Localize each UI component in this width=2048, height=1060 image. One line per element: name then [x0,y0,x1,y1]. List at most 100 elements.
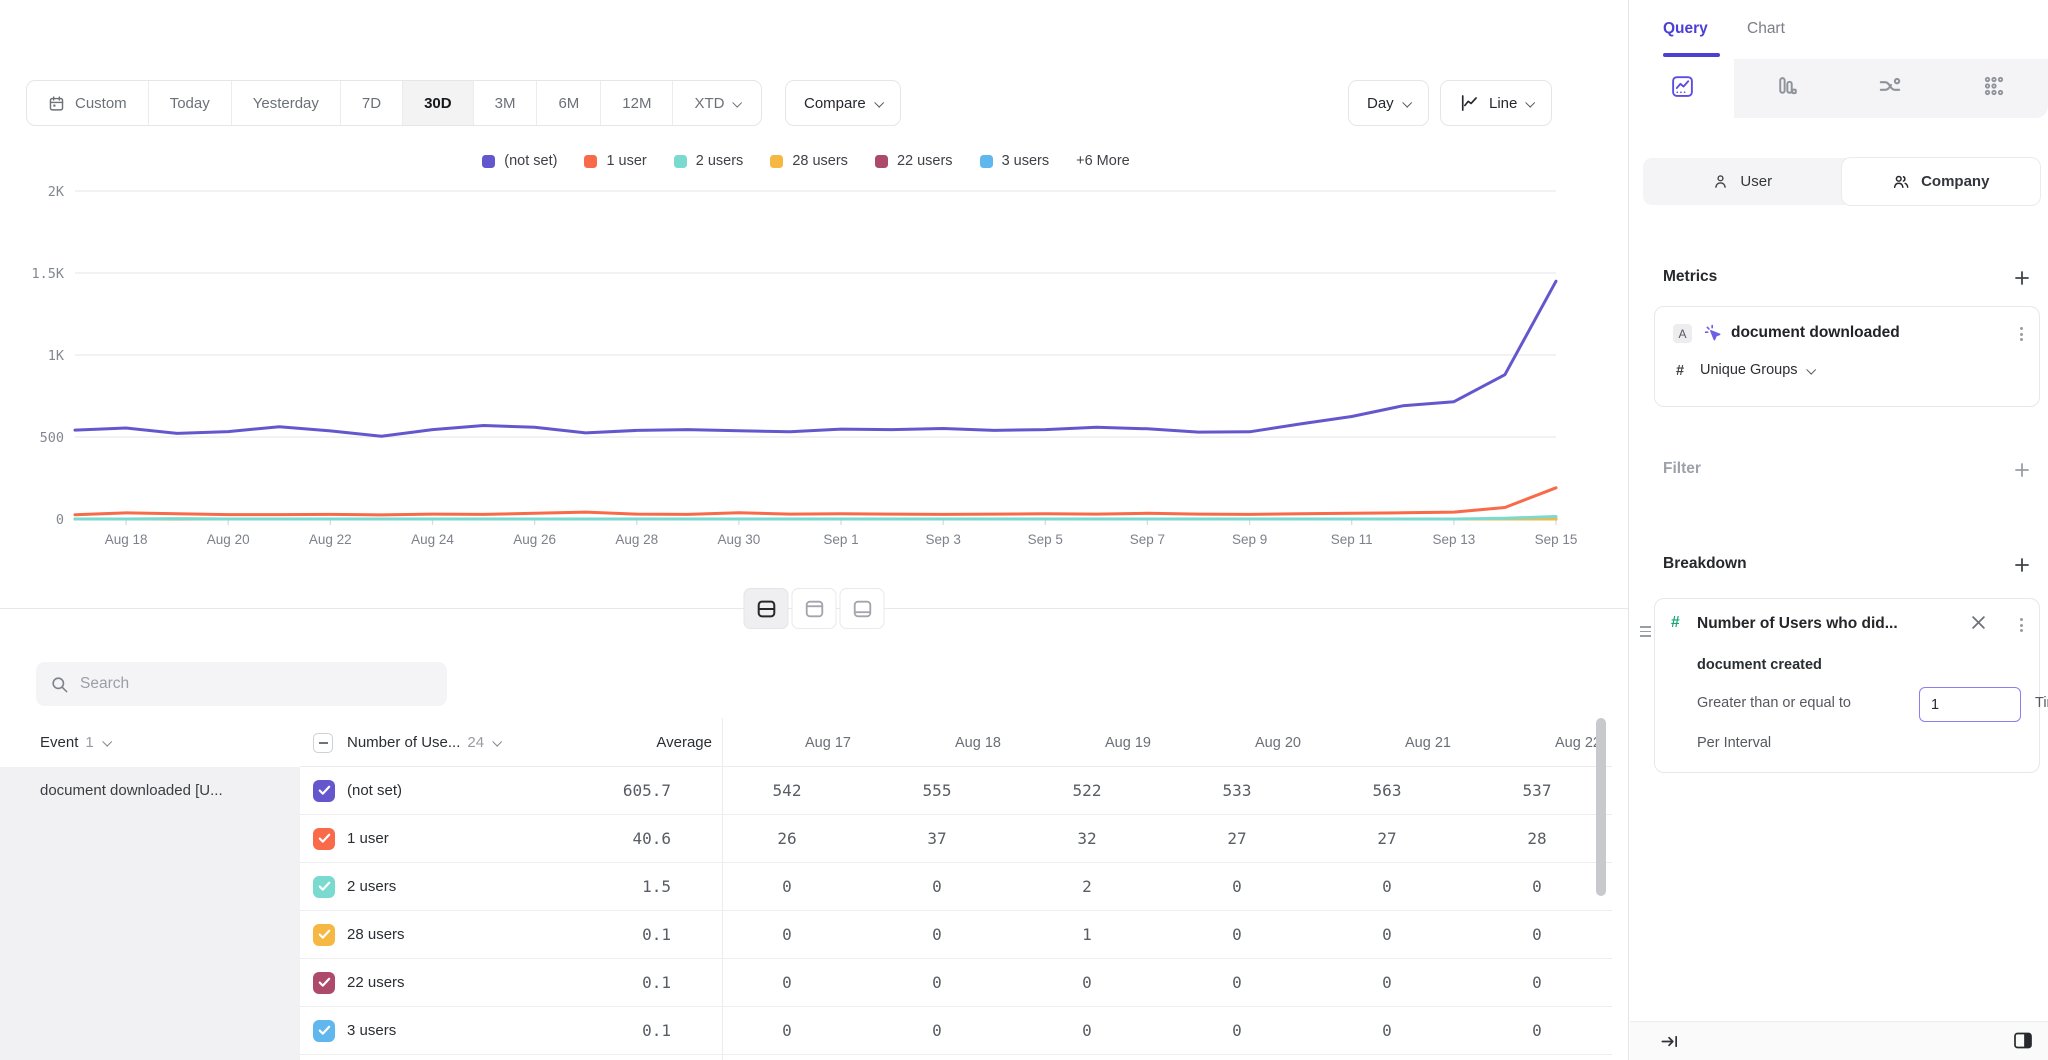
legend-more-link[interactable]: +6 More [1076,153,1130,169]
chart-type-bar-button[interactable] [1734,59,1838,118]
chart-legend: (not set) 1 user 2 users 28 users 22 users 3 … [0,153,1612,169]
event-row[interactable]: document downloaded [U... [0,767,300,799]
search-input[interactable] [80,675,433,693]
line-chart-icon [1459,93,1479,113]
date-range-today[interactable]: Today [149,81,232,125]
date-column-header[interactable]: Aug 22 [1503,718,1629,767]
layout-split-button[interactable] [744,588,789,629]
date-range-custom[interactable]: Custom [27,81,149,125]
metric-event-name[interactable]: document downloaded [1731,324,1900,342]
series-checkbox[interactable] [313,780,335,802]
event-column-header[interactable]: Event 1 [40,718,110,767]
date-range-12m[interactable]: 12M [601,81,673,125]
table-row[interactable]: 28 users0.1001000 [300,911,1612,959]
tab-chart[interactable]: Chart [1747,20,1785,38]
tab-query[interactable]: Query [1663,20,1708,38]
table-row[interactable]: (not set)605.7542555522533563537 [300,767,1612,815]
table-row[interactable]: 2 users1.5002000 [300,863,1612,911]
date-column-header[interactable]: Aug 17 [753,718,903,767]
layout-table-only-button[interactable] [840,588,885,629]
per-interval-label[interactable]: Per Interval [1697,735,1771,751]
data-cell: 2 [1012,877,1162,896]
legend-item[interactable]: 28 users [770,153,848,169]
active-tab-indicator [1663,53,1720,57]
svg-text:Sep 15: Sep 15 [1535,532,1578,547]
event-list: document downloaded [U... [0,767,300,1060]
series-select-all-checkbox[interactable] [313,718,333,767]
legend-item[interactable]: 2 users [674,153,744,169]
table-row[interactable]: 22 users0.1000000 [300,959,1612,1007]
add-filter-button[interactable] [2014,462,2030,478]
company-icon [1892,173,1910,191]
compare-button[interactable]: Compare [785,80,901,126]
table-row[interactable]: 3 users0.1000000 [300,1007,1612,1055]
date-range-yesterday[interactable]: Yesterday [232,81,341,125]
data-cell: 0 [1462,877,1612,896]
chevron-down-icon [102,737,112,747]
svg-text:500: 500 [40,430,64,446]
data-cell: 0 [712,1021,862,1040]
interval-dropdown[interactable]: Day [1348,80,1429,126]
line-chart[interactable]: 2K1.5K1K5000Aug 18Aug 20Aug 22Aug 24Aug … [0,180,1612,562]
table-row[interactable]: 1 user40.6263732272728 [300,815,1612,863]
breakdown-more-menu[interactable] [2017,615,2026,635]
split-view-icon[interactable] [2013,1031,2033,1055]
date-range-30d[interactable]: 30D [403,81,474,125]
data-cell: 32 [1012,829,1162,848]
data-cell: 563 [1312,781,1462,800]
average-value: 0.1 [529,925,671,944]
aggregation-selector[interactable]: Unique Groups [1700,362,1814,378]
grid-view-icon-button[interactable] [1942,59,2046,118]
add-breakdown-button[interactable] [2014,557,2030,573]
legend-item[interactable]: 1 user [584,153,646,169]
line-chart-icon [1670,74,1695,104]
date-column-header[interactable]: Aug 19 [1053,718,1203,767]
date-range-6m[interactable]: 6M [537,81,601,125]
scope-company-option[interactable]: Company [1842,158,2041,205]
series-checkbox[interactable] [313,1020,335,1042]
date-range-3m[interactable]: 3M [474,81,538,125]
aggregation-hash-icon: # [1676,363,1684,379]
average-column-header[interactable]: Average [540,718,712,767]
legend-swatch [875,155,888,168]
flow-chart-icon-button[interactable] [1838,59,1942,118]
analytics-app: Custom TodayYesterday7D30D3M6M12MXTD Comp… [0,0,2048,1060]
breakdown-card[interactable]: # Number of Users who did... document cr… [1654,598,2040,773]
breakdown-event-name[interactable]: document created [1697,657,1822,673]
date-column-header[interactable]: Aug 21 [1353,718,1503,767]
date-range-label: Custom [75,95,127,112]
scope-user-option[interactable]: User [1643,158,1842,205]
legend-item[interactable]: (not set) [482,153,557,169]
legend-item[interactable]: 3 users [980,153,1050,169]
filter-header: Filter [1663,460,1701,478]
date-range-xtd[interactable]: XTD [673,81,761,125]
layout-chart-only-button[interactable] [792,588,837,629]
series-checkbox[interactable] [313,828,335,850]
event-pointer-icon [1703,323,1724,349]
chart-type-line-button[interactable] [1630,59,1734,118]
data-cell: 0 [1462,973,1612,992]
times-value-input[interactable] [1919,687,2021,722]
series-label: (not set) [347,782,529,799]
legend-item[interactable]: 22 users [875,153,953,169]
svg-text:Aug 22: Aug 22 [309,532,352,547]
date-column-header[interactable]: Aug 20 [1203,718,1353,767]
collapse-panel-icon[interactable] [1660,1033,1679,1055]
table-scrollbar[interactable] [1596,718,1606,896]
metric-more-menu[interactable] [2017,324,2026,344]
data-cell: 533 [1162,781,1312,800]
date-range-7d[interactable]: 7D [341,81,403,125]
close-icon[interactable] [1971,615,1986,635]
svg-text:Sep 3: Sep 3 [926,532,961,547]
series-label: 28 users [347,926,529,943]
drag-handle-icon[interactable] [1640,626,1651,637]
chart-type-dropdown[interactable]: Line [1440,80,1552,126]
series-column-header[interactable]: Number of Use... 24 [347,718,500,767]
series-checkbox[interactable] [313,972,335,994]
series-checkbox[interactable] [313,924,335,946]
add-metric-button[interactable] [2014,270,2030,286]
average-value: 605.7 [529,781,671,800]
date-column-header[interactable]: Aug 18 [903,718,1053,767]
series-checkbox[interactable] [313,876,335,898]
metric-card[interactable]: A document downloaded # Unique Groups [1654,306,2040,407]
